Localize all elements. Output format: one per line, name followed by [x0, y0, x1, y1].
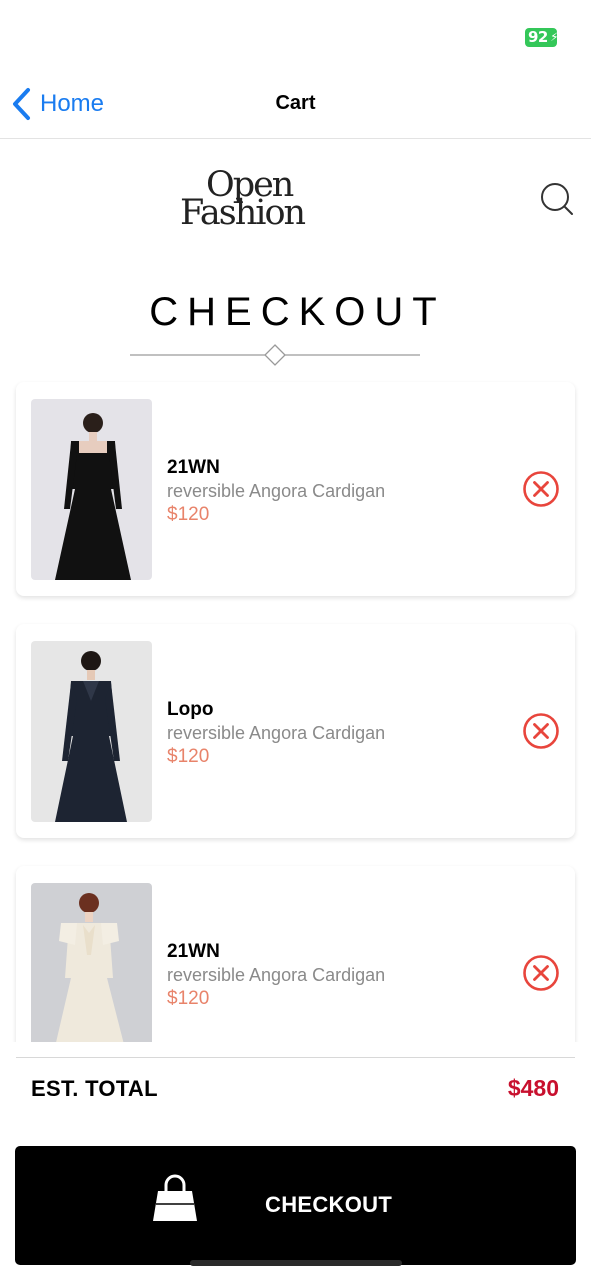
shopping-bag-icon — [153, 1174, 197, 1221]
battery-level: 92 — [528, 28, 548, 46]
logo-line-2: Fashion — [180, 193, 306, 233]
status-bar: 92 ⚡ — [0, 0, 591, 70]
brand-logo[interactable]: Open Fashion — [180, 165, 340, 235]
item-brand: Lopo — [167, 699, 214, 720]
item-description: reversible Angora Cardigan — [167, 481, 386, 501]
item-price: $120 — [167, 746, 210, 767]
item-brand: 21WN — [167, 941, 220, 962]
remove-item-button[interactable] — [522, 712, 560, 750]
cart-item-list[interactable]: 21WN reversible Angora Cardigan $120 Lop… — [0, 380, 591, 1042]
search-icon[interactable] — [538, 180, 576, 218]
product-image — [31, 641, 152, 822]
product-image — [31, 883, 152, 1042]
cart-item[interactable]: 21WN reversible Angora Cardigan $120 — [16, 382, 575, 596]
battery-indicator: 92 ⚡ — [525, 28, 558, 47]
checkout-label: CHECKOUT — [265, 1192, 393, 1217]
product-image — [31, 399, 152, 580]
page-heading: CHECKOUT — [149, 290, 446, 334]
nav-title: Cart — [275, 92, 316, 114]
diamond-divider — [130, 344, 420, 366]
item-price: $120 — [167, 504, 210, 525]
total-label: EST. TOTAL — [31, 1076, 158, 1101]
remove-item-button[interactable] — [522, 470, 560, 508]
remove-item-button[interactable] — [522, 954, 560, 992]
cart-item[interactable]: 21WN reversible Angora Cardigan $120 — [16, 866, 575, 1042]
home-indicator — [190, 1260, 402, 1266]
item-price: $120 — [167, 988, 210, 1009]
total-value: $480 — [507, 1075, 559, 1101]
item-brand: 21WN — [167, 457, 220, 478]
charging-bolt-icon: ⚡ — [550, 30, 558, 44]
checkout-button[interactable]: CHECKOUT — [15, 1146, 576, 1265]
item-description: reversible Angora Cardigan — [167, 965, 386, 985]
navigation-bar: Home Cart — [0, 70, 591, 139]
cart-item[interactable]: Lopo reversible Angora Cardigan $120 — [16, 624, 575, 838]
estimated-total: EST. TOTAL $480 — [16, 1057, 575, 1119]
item-description: reversible Angora Cardigan — [167, 723, 386, 743]
